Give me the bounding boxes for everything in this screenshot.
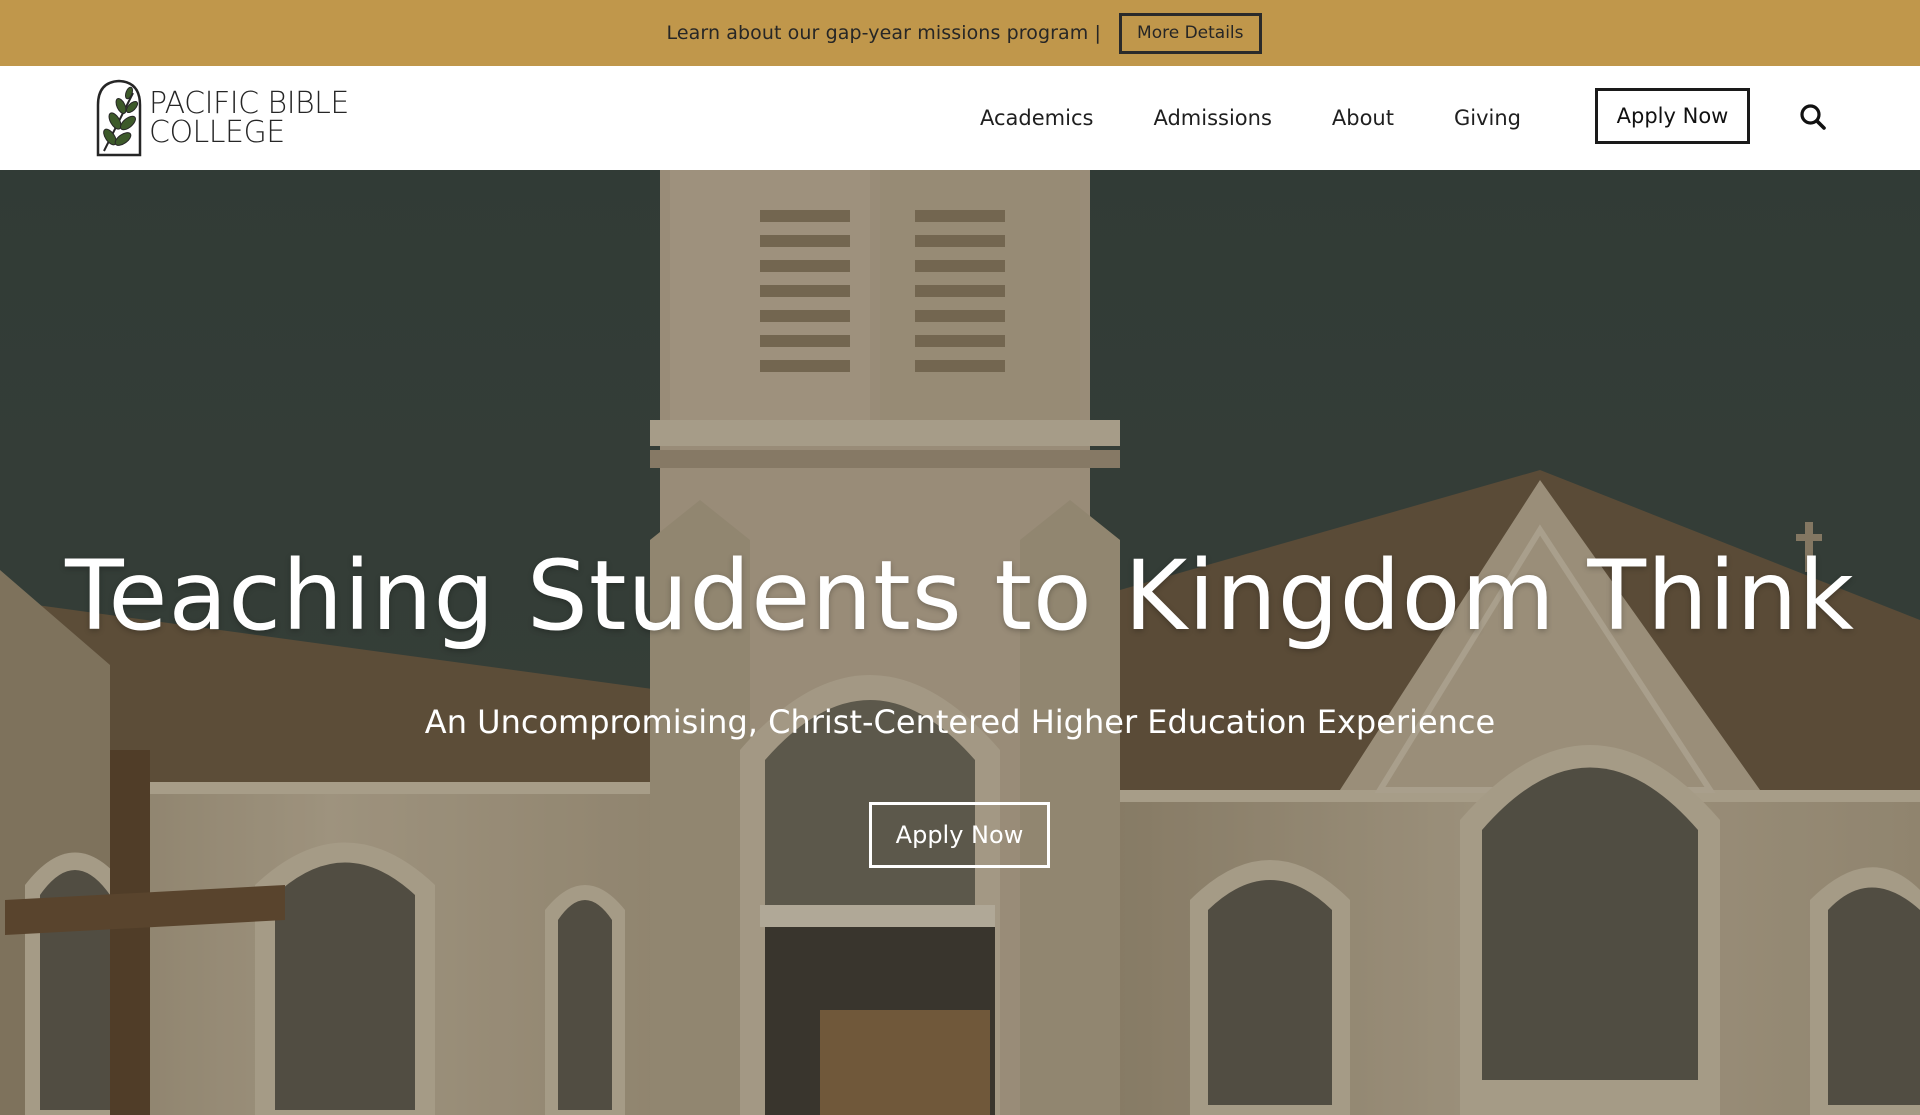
search-icon[interactable] [1798,102,1828,132]
announcement-bar: Learn about our gap-year missions progra… [0,0,1920,66]
logo-line-2: COLLEGE [149,115,285,150]
main-nav: Academics Admissions About Giving [980,66,1581,170]
nav-giving[interactable]: Giving [1454,106,1521,130]
hero-subtitle: An Uncompromising, Christ-Centered Highe… [424,703,1496,741]
more-details-button[interactable]: More Details [1119,12,1262,54]
logo-line-1: PACIFIC BIBLE [149,86,349,121]
olive-branch-arch-icon [96,79,142,157]
announcement-text: Learn about our gap-year missions progra… [666,22,1102,44]
logo-wordmark: PACIFIC BIBLE COLLEGE [149,86,349,150]
nav-about[interactable]: About [1332,106,1394,130]
header-apply-button[interactable]: Apply Now [1595,88,1750,144]
hero-section: Teaching Students to Kingdom Think An Un… [0,170,1920,1115]
hero-title: Teaching Students to Kingdom Think [65,540,1855,652]
nav-admissions[interactable]: Admissions [1153,106,1271,130]
nav-academics[interactable]: Academics [980,106,1093,130]
site-header: PACIFIC BIBLE COLLEGE Academics Admissio… [0,66,1920,170]
logo[interactable]: PACIFIC BIBLE COLLEGE [95,78,349,158]
hero-apply-button[interactable]: Apply Now [869,802,1050,868]
